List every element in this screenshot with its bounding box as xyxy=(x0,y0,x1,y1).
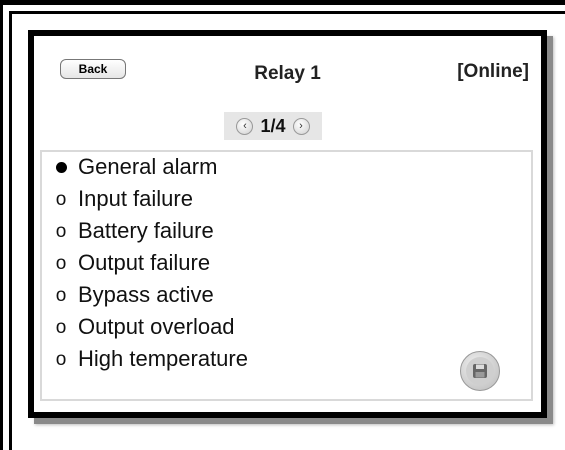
radio-unselected-icon: o xyxy=(55,348,67,370)
radio-unselected-icon: o xyxy=(55,284,67,306)
list-item-input-failure[interactable]: o Input failure xyxy=(54,186,193,212)
list-item-general-alarm[interactable]: General alarm xyxy=(54,154,217,180)
list-item-label: Bypass active xyxy=(78,282,214,307)
list-item-output-failure[interactable]: o Output failure xyxy=(54,250,210,276)
radio-selected-icon xyxy=(54,162,68,173)
list-item-label: Battery failure xyxy=(78,218,214,243)
chevron-right-icon[interactable]: › xyxy=(292,117,310,135)
list-item-battery-failure[interactable]: o Battery failure xyxy=(54,218,214,244)
list-item-high-temperature[interactable]: o High temperature xyxy=(54,346,248,372)
list-item-label: General alarm xyxy=(78,154,218,179)
radio-unselected-icon: o xyxy=(55,252,67,274)
chevron-left-icon[interactable]: ‹ xyxy=(236,117,254,135)
frame-top-border xyxy=(0,0,565,5)
frame-left-border xyxy=(0,0,3,450)
list-item-label: Input failure xyxy=(78,186,193,211)
list-item-output-overload[interactable]: o Output overload xyxy=(54,314,235,340)
list-item-label: Output failure xyxy=(78,250,211,275)
page-indicator: 1/4 xyxy=(260,115,286,136)
radio-unselected-icon: o xyxy=(55,188,67,210)
frame-inner-left-border xyxy=(9,11,12,450)
page-navigator: ‹ 1/4 › xyxy=(224,112,322,140)
list-item-label: High temperature xyxy=(78,346,248,371)
device-screen: Back Relay 1 [Online] ‹ 1/4 › General al… xyxy=(28,30,547,418)
frame-inner-top-border xyxy=(9,11,565,14)
list-item-bypass-active[interactable]: o Bypass active xyxy=(54,282,214,308)
connection-status: [Online] xyxy=(457,61,529,82)
list-item-label: Output overload xyxy=(78,314,235,339)
save-button[interactable] xyxy=(460,351,500,391)
floppy-disk-icon xyxy=(466,357,494,385)
radio-unselected-icon: o xyxy=(55,220,67,242)
options-list: General alarm o Input failure o Battery … xyxy=(40,150,533,401)
radio-unselected-icon: o xyxy=(55,316,67,338)
